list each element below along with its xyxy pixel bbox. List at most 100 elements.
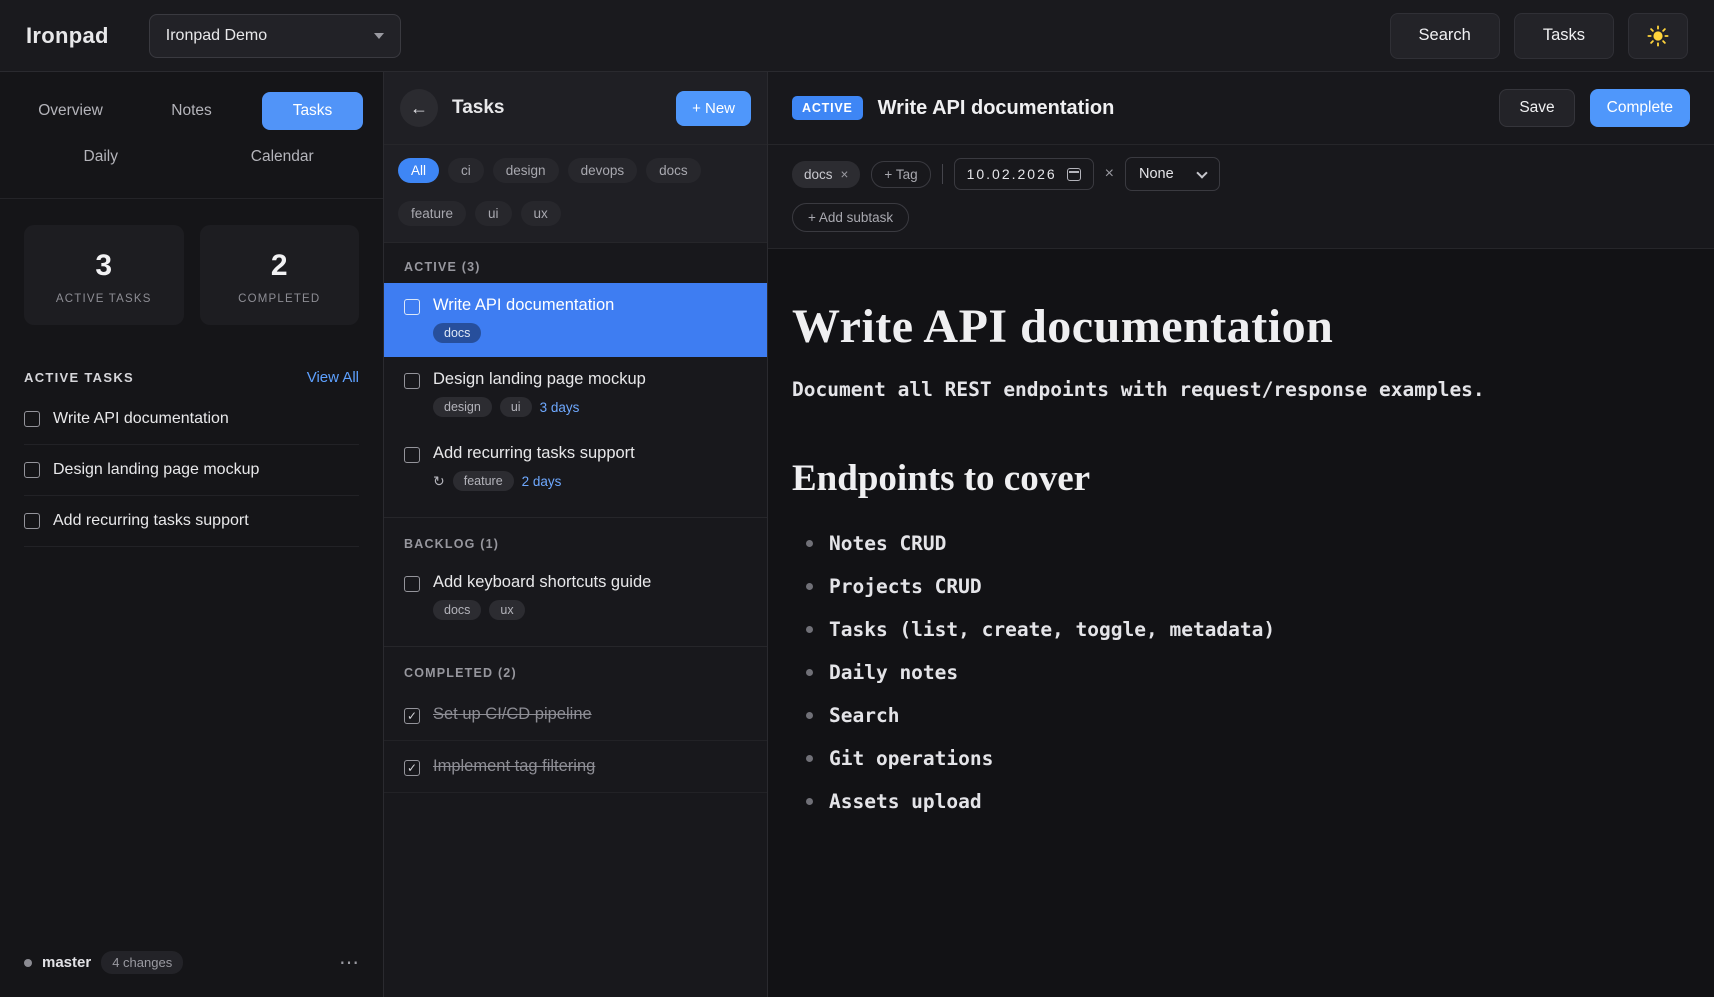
back-button[interactable]: ← — [400, 89, 438, 127]
bullet-icon — [806, 712, 813, 719]
caret-down-icon — [374, 33, 384, 39]
app-window: Ironpad Ironpad Demo Search Tasks — [0, 0, 1714, 997]
tag-ui: ui — [500, 397, 532, 417]
task-title: Set up CI/CD pipeline — [433, 705, 747, 724]
markdown-preview: Write API documentation Document all RES… — [768, 249, 1714, 997]
filter-all[interactable]: All — [398, 158, 439, 183]
tag-chip-docs[interactable]: docs × — [792, 161, 860, 188]
list-item: Assets upload — [792, 780, 1690, 823]
save-button[interactable]: Save — [1499, 89, 1574, 127]
detail-meta-row: docs × + Tag 10.02.2026 × None — [768, 145, 1714, 199]
list-item-text: Projects CRUD — [829, 575, 982, 598]
task-meta: design ui 3 days — [433, 397, 747, 417]
project-selector[interactable]: Ironpad Demo — [149, 14, 401, 58]
calendar-icon — [1067, 168, 1081, 181]
sun-icon — [1647, 25, 1669, 47]
task-checkbox-checked[interactable]: ✓ — [404, 760, 420, 776]
task-checkbox[interactable] — [24, 462, 40, 478]
task-row-write-api-documentation[interactable]: Write API documentation docs — [384, 283, 767, 357]
remove-tag-icon[interactable]: × — [841, 167, 849, 182]
list-item-text: Search — [829, 704, 899, 727]
detail-header: ACTIVE Write API documentation Save Comp… — [768, 72, 1714, 145]
tasks-panel: ← Tasks + New All ci design devops docs … — [384, 72, 768, 997]
task-checkbox[interactable] — [404, 447, 420, 463]
bullet-icon — [806, 755, 813, 762]
task-checkbox[interactable] — [24, 513, 40, 529]
filter-ui[interactable]: ui — [475, 201, 512, 226]
task-checkbox[interactable] — [404, 373, 420, 389]
filter-devops[interactable]: devops — [568, 158, 638, 183]
more-options-icon[interactable]: ⋯ — [339, 950, 359, 975]
task-list: ACTIVE (3) Write API documentation docs … — [384, 243, 767, 997]
sidebar-tab-calendar[interactable]: Calendar — [231, 138, 333, 176]
sidebar-task-item[interactable]: Design landing page mockup — [24, 445, 359, 496]
stat-card-completed: 2 COMPLETED — [200, 225, 360, 325]
filter-docs[interactable]: docs — [646, 158, 701, 183]
add-tag-button[interactable]: + Tag — [871, 161, 930, 188]
add-subtask-button[interactable]: + Add subtask — [792, 203, 909, 232]
view-all-link[interactable]: View All — [307, 369, 359, 386]
clear-date-button[interactable]: × — [1105, 165, 1114, 183]
tasks-button[interactable]: Tasks — [1514, 13, 1614, 59]
bullet-icon — [806, 626, 813, 633]
task-checkbox-checked[interactable]: ✓ — [404, 708, 420, 724]
bullet-icon — [806, 583, 813, 590]
tag-docs: docs — [433, 323, 481, 343]
task-title: Add recurring tasks support — [433, 444, 747, 463]
tag-filters: All ci design devops docs feature ui ux — [384, 145, 767, 243]
list-item-text: Tasks (list, create, toggle, metadata) — [829, 618, 1275, 641]
new-task-button[interactable]: + New — [676, 91, 751, 126]
detail-title: Write API documentation — [878, 97, 1485, 120]
panel-title: Tasks — [452, 97, 662, 119]
bullet-icon — [806, 669, 813, 676]
filter-ci[interactable]: ci — [448, 158, 484, 183]
sidebar-task-item[interactable]: Write API documentation — [24, 394, 359, 445]
due-label: 2 days — [522, 474, 562, 489]
task-main: Set up CI/CD pipeline — [433, 705, 747, 724]
sidebar-tab-overview[interactable]: Overview — [20, 92, 122, 130]
due-label: 3 days — [540, 400, 580, 415]
tag-chip-label: docs — [804, 167, 833, 182]
sidebar-task-item[interactable]: Add recurring tasks support — [24, 496, 359, 547]
task-checkbox[interactable] — [404, 299, 420, 315]
stat-value: 2 — [208, 249, 352, 283]
task-row-design-landing-page-mockup[interactable]: Design landing page mockup design ui 3 d… — [384, 357, 767, 431]
due-date-value: 10.02.2026 — [967, 166, 1057, 182]
chevron-down-icon — [1196, 167, 1207, 178]
sidebar-tab-tasks[interactable]: Tasks — [262, 92, 364, 130]
task-row-implement-tag-filtering[interactable]: ✓ Implement tag filtering — [384, 741, 767, 793]
task-row-add-keyboard-shortcuts-guide[interactable]: Add keyboard shortcuts guide docs ux — [384, 560, 767, 634]
priority-value: None — [1139, 166, 1174, 182]
doc-subheading: Endpoints to cover — [792, 457, 1690, 500]
search-button[interactable]: Search — [1390, 13, 1500, 59]
task-label: Design landing page mockup — [53, 461, 259, 479]
changes-badge[interactable]: 4 changes — [101, 951, 183, 974]
separator — [942, 164, 943, 184]
task-meta: docs ux — [433, 600, 747, 620]
task-row-set-up-ci-cd-pipeline[interactable]: ✓ Set up CI/CD pipeline — [384, 689, 767, 741]
task-label: Write API documentation — [53, 410, 229, 428]
stats-row: 3 ACTIVE TASKS 2 COMPLETED — [0, 199, 383, 335]
filter-ux[interactable]: ux — [521, 201, 561, 226]
sidebar-tab-daily[interactable]: Daily — [50, 138, 152, 176]
list-item: Daily notes — [792, 651, 1690, 694]
theme-toggle-button[interactable] — [1628, 13, 1688, 59]
tag-docs: docs — [433, 600, 481, 620]
task-label: Add recurring tasks support — [53, 512, 249, 530]
due-date-input[interactable]: 10.02.2026 — [954, 158, 1094, 190]
main-layout: Overview Notes Tasks Daily Calendar 3 AC… — [0, 72, 1714, 997]
filter-feature[interactable]: feature — [398, 201, 466, 226]
task-main: Write API documentation docs — [433, 296, 747, 343]
section-label-backlog: BACKLOG (1) — [384, 517, 767, 560]
task-checkbox[interactable] — [404, 576, 420, 592]
priority-select[interactable]: None — [1125, 157, 1220, 191]
filter-design[interactable]: design — [493, 158, 559, 183]
status-badge: ACTIVE — [792, 96, 863, 120]
task-row-add-recurring-tasks-support[interactable]: Add recurring tasks support ↻ feature 2 … — [384, 431, 767, 505]
task-checkbox[interactable] — [24, 411, 40, 427]
sidebar-tab-notes[interactable]: Notes — [141, 92, 243, 130]
subtask-row: + Add subtask — [768, 199, 1714, 249]
project-selector-value: Ironpad Demo — [166, 27, 267, 45]
task-title: Add keyboard shortcuts guide — [433, 573, 747, 592]
complete-button[interactable]: Complete — [1590, 89, 1690, 127]
